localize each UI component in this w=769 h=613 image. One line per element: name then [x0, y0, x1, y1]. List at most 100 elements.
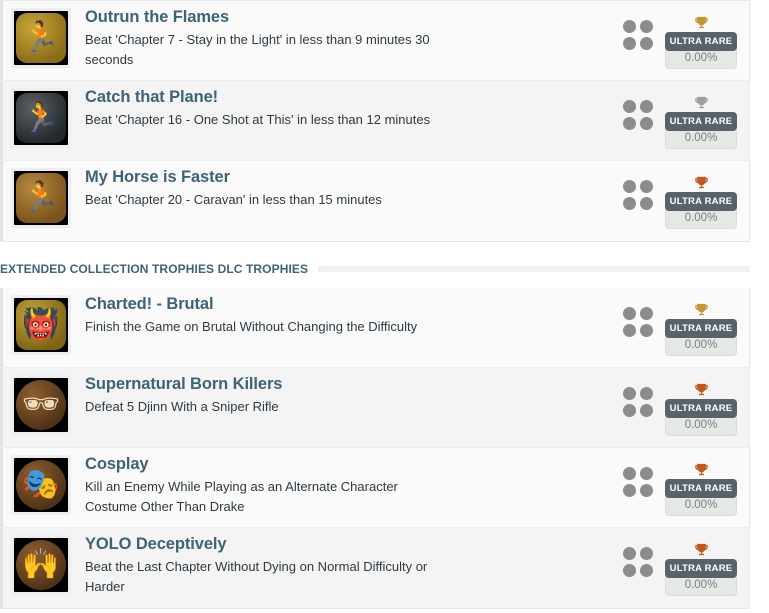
trophy-meta-cell: ULTRA RARE 0.00%	[623, 161, 749, 229]
trophy-group: 👹 Charted! - Brutal Finish the Game on Bru…	[0, 288, 750, 609]
trophy-description: Finish the Game on Brutal Without Changi…	[85, 318, 418, 334]
trophy-bronze-icon	[665, 382, 737, 398]
trophy-description: Kill an Enemy While Playing as an Altern…	[85, 478, 398, 514]
trophy-row[interactable]: 👹 Charted! - Brutal Finish the Game on Bru…	[0, 288, 749, 368]
group-spacer	[0, 242, 769, 250]
trophy-description: Defeat 5 Djinn With a Sniper Rifle	[85, 398, 279, 414]
drag-handle-dots-icon[interactable]	[623, 180, 653, 210]
rarity-block: ULTRA RARE 0.00%	[665, 302, 737, 356]
trophy-title[interactable]: Supernatural Born Killers	[85, 374, 613, 395]
rarity-block: ULTRA RARE 0.00%	[665, 542, 737, 596]
runner-gold-medal-icon: 🏃	[14, 11, 68, 65]
rarity-block: ULTRA RARE 0.00%	[665, 382, 737, 436]
trophy-meta-cell: ULTRA RARE 0.00%	[623, 81, 749, 149]
trophy-row[interactable]: 🙌 YOLO Deceptively Beat the Last Chapter W…	[0, 528, 749, 608]
trophy-text-cell: Cosplay Kill an Enemy While Playing as an…	[71, 448, 623, 517]
rarity-percent: 0.00%	[665, 208, 737, 229]
trophy-title[interactable]: Outrun the Flames	[85, 7, 613, 28]
trophy-icon-frame: 🏃	[11, 8, 71, 68]
trophy-text-cell: Charted! - Brutal Finish the Game on Brut…	[71, 288, 623, 337]
rarity-block: ULTRA RARE 0.00%	[665, 462, 737, 516]
trophy-meta-cell: ULTRA RARE 0.00%	[623, 448, 749, 516]
trophy-icon-frame: 🙌	[11, 535, 71, 595]
rarity-badge: ULTRA RARE	[665, 399, 737, 418]
trophy-text-cell: Supernatural Born Killers Defeat 5 Djinn …	[71, 368, 623, 417]
trophy-title[interactable]: My Horse is Faster	[85, 167, 613, 188]
trophy-meta-cell: ULTRA RARE 0.00%	[623, 1, 749, 69]
rarity-percent: 0.00%	[665, 495, 737, 516]
masks-bronze-medal-icon: 🎭	[14, 458, 68, 512]
raised-arms-bronze-medal-icon: 🙌	[14, 538, 68, 592]
rarity-badge: ULTRA RARE	[665, 559, 737, 578]
row-accent-bar	[0, 81, 3, 160]
trophy-title[interactable]: Cosplay	[85, 454, 613, 475]
rarity-badge: ULTRA RARE	[665, 192, 737, 211]
demon-face-gold-medal-icon: 👹	[14, 298, 68, 352]
trophy-gold-icon	[665, 302, 737, 318]
trophy-description: Beat 'Chapter 7 - Stay in the Light' in …	[85, 31, 430, 67]
row-accent-bar	[0, 161, 3, 241]
drag-handle-dots-icon[interactable]	[623, 20, 653, 50]
trophy-icon-cell: 🕶	[3, 368, 71, 435]
section-divider: EXTENDED COLLECTION TROPHIES DLC TROPHIE…	[0, 250, 769, 288]
rarity-badge: ULTRA RARE	[665, 319, 737, 338]
trophy-row[interactable]: 🏃 My Horse is Faster Beat 'Chapter 20 - Ca…	[0, 161, 749, 241]
drag-handle-dots-icon[interactable]	[623, 387, 653, 417]
trophy-text-cell: YOLO Deceptively Beat the Last Chapter Wi…	[71, 528, 623, 597]
trophy-icon-frame: 🕶	[11, 375, 71, 435]
trophy-icon-frame: 🏃	[11, 168, 71, 228]
trophy-description: Beat 'Chapter 16 - One Shot at This' in …	[85, 111, 431, 127]
trophy-bronze-icon	[665, 462, 737, 478]
trophy-bronze-icon	[665, 542, 737, 558]
runner-bronze-medal-icon: 🏃	[14, 171, 68, 225]
rarity-block: ULTRA RARE 0.00%	[665, 95, 737, 149]
rarity-block: ULTRA RARE 0.00%	[665, 15, 737, 69]
trophy-gold-icon	[665, 15, 737, 31]
trophy-meta-cell: ULTRA RARE 0.00%	[623, 368, 749, 436]
trophy-row[interactable]: 🕶 Supernatural Born Killers Defeat 5 Djinn…	[0, 368, 749, 448]
rarity-percent: 0.00%	[665, 128, 737, 149]
trophy-title[interactable]: Catch that Plane!	[85, 87, 613, 108]
trophy-meta-cell: ULTRA RARE 0.00%	[623, 288, 749, 356]
row-accent-bar	[0, 288, 3, 367]
rarity-percent: 0.00%	[665, 575, 737, 596]
drag-handle-dots-icon[interactable]	[623, 467, 653, 497]
section-rule	[318, 266, 750, 272]
row-accent-bar	[0, 448, 3, 527]
trophy-text-cell: Catch that Plane! Beat 'Chapter 16 - One …	[71, 81, 623, 130]
trophy-list-page: 🏃 Outrun the Flames Beat 'Chapter 7 - Stay…	[0, 0, 769, 609]
rarity-badge: ULTRA RARE	[665, 32, 737, 51]
drag-handle-dots-icon[interactable]	[623, 547, 653, 577]
trophy-description: Beat 'Chapter 20 - Caravan' in less than…	[85, 191, 382, 207]
rarity-badge: ULTRA RARE	[665, 112, 737, 131]
trophy-icon-cell: 🏃	[3, 1, 71, 68]
trophy-row[interactable]: 🏃 Outrun the Flames Beat 'Chapter 7 - Stay…	[0, 1, 749, 81]
trophy-silver-icon	[665, 95, 737, 111]
rarity-badge: ULTRA RARE	[665, 479, 737, 498]
trophy-row[interactable]: 🎭 Cosplay Kill an Enemy While Playing as a…	[0, 448, 749, 528]
trophy-text-cell: Outrun the Flames Beat 'Chapter 7 - Stay …	[71, 1, 623, 70]
trophy-title[interactable]: Charted! - Brutal	[85, 294, 613, 315]
rarity-percent: 0.00%	[665, 335, 737, 356]
trophy-meta-cell: ULTRA RARE 0.00%	[623, 528, 749, 596]
row-accent-bar	[0, 528, 3, 608]
trophy-group: 🏃 Outrun the Flames Beat 'Chapter 7 - Stay…	[0, 0, 750, 242]
rarity-block: ULTRA RARE 0.00%	[665, 175, 737, 229]
trophy-icon-cell: 🙌	[3, 528, 71, 595]
trophy-description: Beat the Last Chapter Without Dying on N…	[85, 558, 428, 594]
trophy-icon-cell: 👹	[3, 288, 71, 355]
trophy-row[interactable]: 🏃 Catch that Plane! Beat 'Chapter 16 - One…	[0, 81, 749, 161]
trophy-title[interactable]: YOLO Deceptively	[85, 534, 613, 555]
row-accent-bar	[0, 368, 3, 447]
trophy-icon-cell: 🎭	[3, 448, 71, 515]
row-accent-bar	[0, 1, 3, 80]
rarity-percent: 0.00%	[665, 48, 737, 69]
rarity-percent: 0.00%	[665, 415, 737, 436]
drag-handle-dots-icon[interactable]	[623, 307, 653, 337]
trophy-icon-cell: 🏃	[3, 81, 71, 148]
trophy-text-cell: My Horse is Faster Beat 'Chapter 20 - Car…	[71, 161, 623, 210]
trophy-icon-frame: 👹	[11, 295, 71, 355]
section-title: EXTENDED COLLECTION TROPHIES DLC TROPHIE…	[0, 262, 309, 276]
trophy-icon-frame: 🎭	[11, 455, 71, 515]
drag-handle-dots-icon[interactable]	[623, 100, 653, 130]
